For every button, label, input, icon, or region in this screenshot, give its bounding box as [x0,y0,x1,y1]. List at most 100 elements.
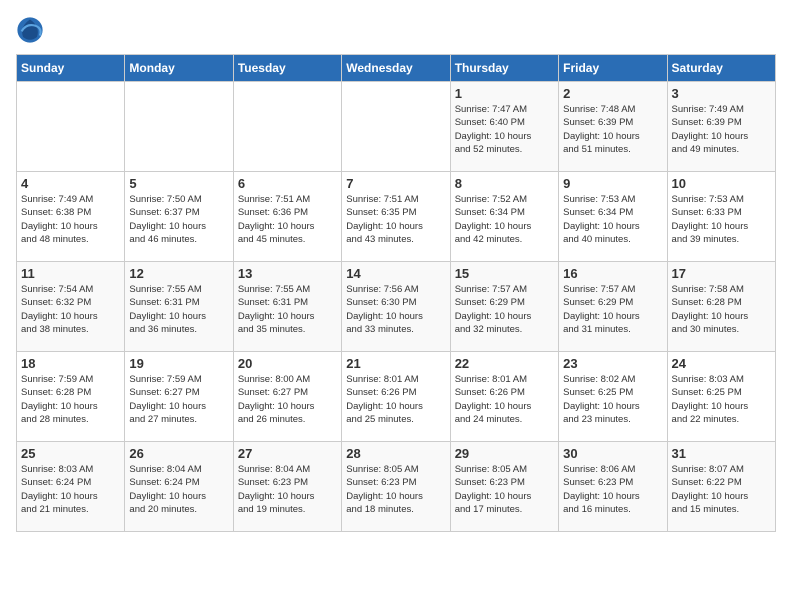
day-number: 18 [21,356,120,371]
calendar-cell: 21 Sunrise: 8:01 AM Sunset: 6:26 PM Dayli… [342,352,450,442]
calendar-cell [233,82,341,172]
cell-details: Sunrise: 7:53 AM Sunset: 6:33 PM Dayligh… [672,193,771,246]
day-number: 2 [563,86,662,101]
day-number: 3 [672,86,771,101]
cell-details: Sunrise: 7:57 AM Sunset: 6:29 PM Dayligh… [563,283,662,336]
cell-details: Sunrise: 7:59 AM Sunset: 6:28 PM Dayligh… [21,373,120,426]
day-number: 9 [563,176,662,191]
calendar-cell: 2 Sunrise: 7:48 AM Sunset: 6:39 PM Daylig… [559,82,667,172]
calendar-cell: 28Sunrise: 8:05 AM Sunset: 6:23 PM Dayli… [342,442,450,532]
calendar-cell: 31 Sunrise: 8:07 AM Sunset: 6:22 PM Dayli… [667,442,775,532]
cell-details: Sunrise: 8:05 AM Sunset: 6:23 PM Dayligh… [346,463,445,516]
cell-details: Sunrise: 7:51 AM Sunset: 6:36 PM Dayligh… [238,193,337,246]
calendar-cell: 29 Sunrise: 8:05 AM Sunset: 6:23 PM Dayli… [450,442,558,532]
calendar-cell: 11 Sunrise: 7:54 AM Sunset: 6:32 PM Dayli… [17,262,125,352]
cell-details: Sunrise: 7:55 AM Sunset: 6:31 PM Dayligh… [238,283,337,336]
header [16,16,776,44]
day-number: 31 [672,446,771,461]
cell-details: Sunrise: 7:51 AM Sunset: 6:35 PM Dayligh… [346,193,445,246]
cell-details: Sunrise: 7:58 AM Sunset: 6:28 PM Dayligh… [672,283,771,336]
day-number: 17 [672,266,771,281]
day-number: 11 [21,266,120,281]
day-number: 21 [346,356,445,371]
day-number: 24 [672,356,771,371]
calendar-cell: 17 Sunrise: 7:58 AM Sunset: 6:28 PM Dayli… [667,262,775,352]
cell-details: Sunrise: 7:48 AM Sunset: 6:39 PM Dayligh… [563,103,662,156]
day-number: 13 [238,266,337,281]
calendar-cell: 24 Sunrise: 8:03 AM Sunset: 6:25 PM Dayli… [667,352,775,442]
calendar-cell: 10 Sunrise: 7:53 AM Sunset: 6:33 PM Dayli… [667,172,775,262]
calendar-cell [125,82,233,172]
col-header-wednesday: Wednesday [342,55,450,82]
col-header-tuesday: Tuesday [233,55,341,82]
cell-details: Sunrise: 8:01 AM Sunset: 6:26 PM Dayligh… [346,373,445,426]
calendar-cell: 8 Sunrise: 7:52 AM Sunset: 6:34 PM Daylig… [450,172,558,262]
calendar-cell: 13 Sunrise: 7:55 AM Sunset: 6:31 PM Dayli… [233,262,341,352]
calendar-week-row: 11 Sunrise: 7:54 AM Sunset: 6:32 PM Dayli… [17,262,776,352]
cell-details: Sunrise: 7:49 AM Sunset: 6:39 PM Dayligh… [672,103,771,156]
calendar-cell: 16 Sunrise: 7:57 AM Sunset: 6:29 PM Dayli… [559,262,667,352]
calendar-week-row: 25Sunrise: 8:03 AM Sunset: 6:24 PM Dayli… [17,442,776,532]
day-number: 16 [563,266,662,281]
cell-details: Sunrise: 8:06 AM Sunset: 6:23 PM Dayligh… [563,463,662,516]
calendar-cell: 27 Sunrise: 8:04 AM Sunset: 6:23 PM Dayli… [233,442,341,532]
day-number: 15 [455,266,554,281]
day-number: 23 [563,356,662,371]
calendar-cell: 9 Sunrise: 7:53 AM Sunset: 6:34 PM Daylig… [559,172,667,262]
calendar-cell: 7 Sunrise: 7:51 AM Sunset: 6:35 PM Daylig… [342,172,450,262]
calendar-cell: 4 Sunrise: 7:49 AM Sunset: 6:38 PM Daylig… [17,172,125,262]
calendar-cell: 15 Sunrise: 7:57 AM Sunset: 6:29 PM Dayli… [450,262,558,352]
calendar-cell [342,82,450,172]
calendar-table: SundayMondayTuesdayWednesdayThursdayFrid… [16,54,776,532]
col-header-friday: Friday [559,55,667,82]
calendar-cell: 25Sunrise: 8:03 AM Sunset: 6:24 PM Dayli… [17,442,125,532]
calendar-cell: 12Sunrise: 7:55 AM Sunset: 6:31 PM Dayli… [125,262,233,352]
cell-details: Sunrise: 7:57 AM Sunset: 6:29 PM Dayligh… [455,283,554,336]
day-number: 29 [455,446,554,461]
day-number: 8 [455,176,554,191]
calendar-header-row: SundayMondayTuesdayWednesdayThursdayFrid… [17,55,776,82]
cell-details: Sunrise: 8:01 AM Sunset: 6:26 PM Dayligh… [455,373,554,426]
cell-details: Sunrise: 8:02 AM Sunset: 6:25 PM Dayligh… [563,373,662,426]
cell-details: Sunrise: 7:47 AM Sunset: 6:40 PM Dayligh… [455,103,554,156]
cell-details: Sunrise: 8:03 AM Sunset: 6:25 PM Dayligh… [672,373,771,426]
calendar-cell: 19 Sunrise: 7:59 AM Sunset: 6:27 PM Dayli… [125,352,233,442]
cell-details: Sunrise: 7:59 AM Sunset: 6:27 PM Dayligh… [129,373,228,426]
cell-details: Sunrise: 7:54 AM Sunset: 6:32 PM Dayligh… [21,283,120,336]
day-number: 27 [238,446,337,461]
day-number: 19 [129,356,228,371]
cell-details: Sunrise: 8:03 AM Sunset: 6:24 PM Dayligh… [21,463,120,516]
cell-details: Sunrise: 8:07 AM Sunset: 6:22 PM Dayligh… [672,463,771,516]
cell-details: Sunrise: 7:52 AM Sunset: 6:34 PM Dayligh… [455,193,554,246]
cell-details: Sunrise: 7:56 AM Sunset: 6:30 PM Dayligh… [346,283,445,336]
col-header-thursday: Thursday [450,55,558,82]
calendar-week-row: 4 Sunrise: 7:49 AM Sunset: 6:38 PM Daylig… [17,172,776,262]
cell-details: Sunrise: 7:53 AM Sunset: 6:34 PM Dayligh… [563,193,662,246]
calendar-cell: 22 Sunrise: 8:01 AM Sunset: 6:26 PM Dayli… [450,352,558,442]
day-number: 10 [672,176,771,191]
col-header-saturday: Saturday [667,55,775,82]
calendar-cell: 14 Sunrise: 7:56 AM Sunset: 6:30 PM Dayli… [342,262,450,352]
calendar-week-row: 1 Sunrise: 7:47 AM Sunset: 6:40 PM Daylig… [17,82,776,172]
day-number: 7 [346,176,445,191]
day-number: 4 [21,176,120,191]
calendar-cell: 30 Sunrise: 8:06 AM Sunset: 6:23 PM Dayli… [559,442,667,532]
col-header-sunday: Sunday [17,55,125,82]
day-number: 22 [455,356,554,371]
day-number: 30 [563,446,662,461]
calendar-cell: 6Sunrise: 7:51 AM Sunset: 6:36 PM Daylig… [233,172,341,262]
day-number: 1 [455,86,554,101]
calendar-week-row: 18 Sunrise: 7:59 AM Sunset: 6:28 PM Dayli… [17,352,776,442]
day-number: 12 [129,266,228,281]
cell-details: Sunrise: 8:05 AM Sunset: 6:23 PM Dayligh… [455,463,554,516]
day-number: 5 [129,176,228,191]
day-number: 20 [238,356,337,371]
logo [16,16,48,44]
day-number: 14 [346,266,445,281]
logo-icon [16,16,44,44]
calendar-cell: 1 Sunrise: 7:47 AM Sunset: 6:40 PM Daylig… [450,82,558,172]
cell-details: Sunrise: 8:04 AM Sunset: 6:23 PM Dayligh… [238,463,337,516]
calendar-cell: 3 Sunrise: 7:49 AM Sunset: 6:39 PM Daylig… [667,82,775,172]
calendar-cell: 18 Sunrise: 7:59 AM Sunset: 6:28 PM Dayli… [17,352,125,442]
cell-details: Sunrise: 7:49 AM Sunset: 6:38 PM Dayligh… [21,193,120,246]
